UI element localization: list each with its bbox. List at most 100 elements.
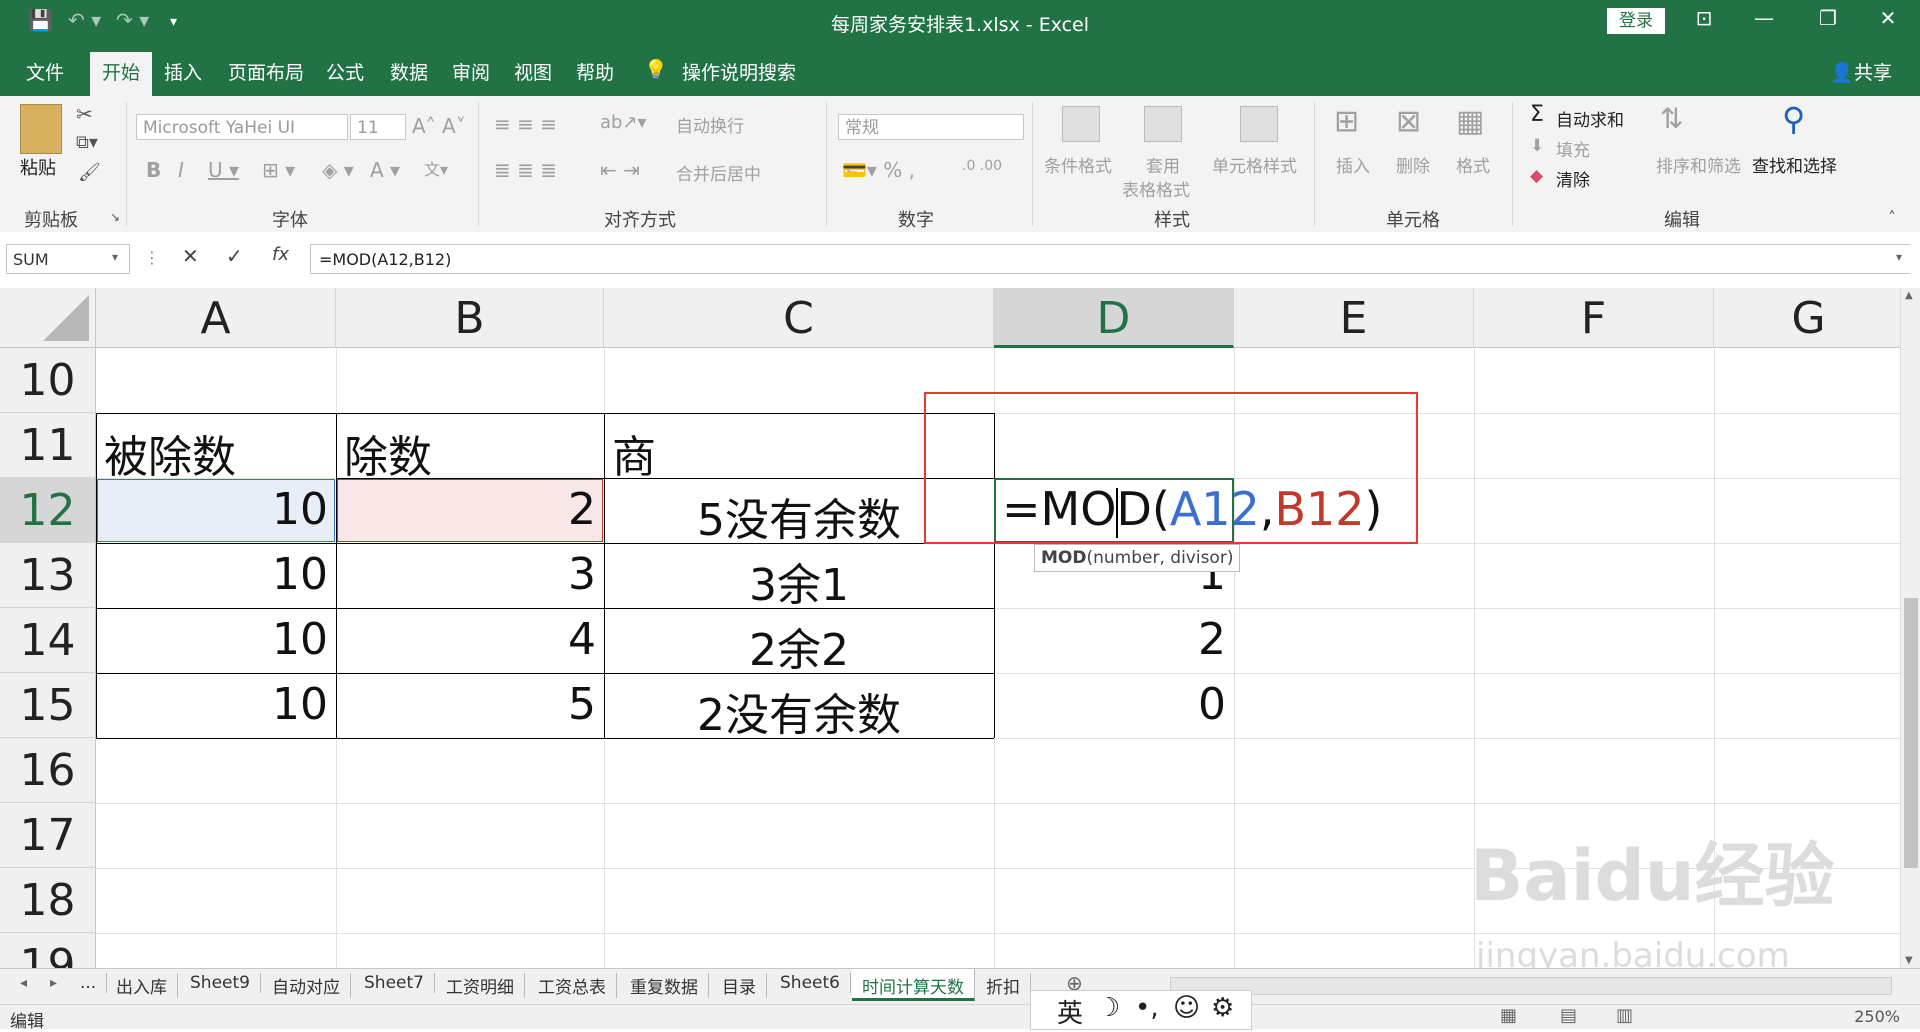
fill-button[interactable]: 填充 — [1556, 136, 1590, 161]
cut-icon[interactable]: ✂ — [76, 102, 93, 126]
merge-center-button[interactable]: 合并后居中 — [676, 160, 761, 185]
tab-salary-detail[interactable]: 工资明细 — [436, 973, 525, 998]
tab-chuku[interactable]: 出入库 — [106, 973, 178, 998]
insert-cells-icon[interactable]: ⊞ — [1334, 104, 1359, 139]
delete-cells-icon[interactable]: ⊠ — [1396, 104, 1421, 139]
font-size-box[interactable]: 11 — [350, 114, 406, 140]
page-break-view-icon[interactable]: ▥ — [1616, 1005, 1633, 1026]
moon-icon[interactable]: ☽ — [1097, 993, 1120, 1023]
sort-filter-button[interactable]: 排序和筛选 — [1656, 152, 1741, 177]
col-header-g[interactable]: G — [1714, 288, 1900, 348]
row-header-15[interactable]: 15 — [0, 673, 96, 738]
normal-view-icon[interactable]: ▦ — [1500, 1005, 1517, 1026]
insert-function-icon[interactable]: fx — [272, 244, 289, 265]
cell-c14[interactable]: 2余2 — [604, 614, 994, 678]
vertical-scrollbar[interactable]: ▲ ▼ — [1900, 288, 1920, 968]
menu-formulas[interactable]: 公式 — [326, 58, 364, 85]
tab-toc[interactable]: 目录 — [712, 973, 767, 998]
cell-b13[interactable]: 3 — [336, 549, 596, 600]
conditional-format-icon[interactable] — [1062, 106, 1100, 142]
cell-b11[interactable]: 除数 — [344, 421, 432, 485]
sort-filter-icon[interactable]: ⇅ — [1660, 102, 1683, 135]
cell-b15[interactable]: 5 — [336, 679, 596, 730]
row-header-18[interactable]: 18 — [0, 868, 96, 933]
format-cells-icon[interactable]: ▦ — [1456, 104, 1484, 139]
tab-prev-icon[interactable]: ◂ — [20, 975, 27, 991]
settings-icon[interactable]: ⚙ — [1211, 993, 1234, 1023]
tab-sheet9[interactable]: Sheet9 — [180, 973, 261, 993]
cell-c11[interactable]: 商 — [612, 421, 656, 485]
select-all-corner[interactable] — [0, 288, 96, 348]
cell-b12[interactable]: 2 — [336, 484, 596, 535]
format-as-table-2[interactable]: 表格格式 — [1122, 176, 1190, 201]
menu-page-layout[interactable]: 页面布局 — [228, 58, 304, 85]
cell-b14[interactable]: 4 — [336, 614, 596, 665]
col-header-a[interactable]: A — [96, 288, 336, 348]
horizontal-scrollbar[interactable] — [1170, 977, 1892, 995]
expand-formula-icon[interactable]: ▾ — [1896, 250, 1902, 264]
dialog-launcher-icon[interactable]: ↘ — [110, 210, 120, 224]
autosum-button[interactable]: 自动求和 — [1556, 106, 1624, 131]
font-color-icon[interactable]: A ▾ — [370, 158, 400, 182]
font-name-box[interactable]: Microsoft YaHei UI — [136, 114, 348, 140]
col-header-f[interactable]: F — [1474, 288, 1714, 348]
borders-icon[interactable]: ⊞ ▾ — [262, 158, 295, 182]
row-header-14[interactable]: 14 — [0, 608, 96, 673]
emoji-icon[interactable]: ☺ — [1173, 993, 1200, 1023]
menu-insert[interactable]: 插入 — [164, 58, 202, 85]
menu-file[interactable]: 文件 — [26, 58, 64, 85]
col-header-d[interactable]: D — [994, 288, 1234, 348]
enter-icon[interactable]: ✓ — [226, 244, 243, 268]
cell-c15[interactable]: 2没有余数 — [604, 679, 994, 743]
underline-icon[interactable]: U ▾ — [208, 158, 239, 182]
tell-me-search[interactable]: 操作说明搜索 — [682, 58, 796, 85]
col-header-e[interactable]: E — [1234, 288, 1474, 348]
cell-a14[interactable]: 10 — [96, 614, 328, 665]
formula-input[interactable]: =MOD(A12,B12) — [310, 244, 1910, 274]
tab-sheet7[interactable]: Sheet7 — [354, 973, 435, 993]
align-top-icon[interactable]: ≡ ≡ ≡ — [494, 112, 557, 136]
currency-icon[interactable]: 💳▾ % , — [842, 158, 915, 182]
insert-cells-button[interactable]: 插入 — [1336, 152, 1370, 177]
row-header-16[interactable]: 16 — [0, 738, 96, 803]
function-tooltip[interactable]: MOD(number, divisor) — [1034, 544, 1241, 572]
menu-view[interactable]: 视图 — [514, 58, 552, 85]
fill-color-icon[interactable]: ◈ ▾ — [322, 158, 354, 182]
format-as-table-icon[interactable] — [1144, 106, 1182, 142]
format-as-table-1[interactable]: 套用 — [1146, 152, 1180, 177]
zoom-level[interactable]: 250% — [1854, 1007, 1900, 1026]
tab-duplicates[interactable]: 重复数据 — [620, 973, 709, 998]
decimal-icon[interactable]: .0 .00 — [962, 158, 1002, 174]
phonetic-icon[interactable]: 文▾ — [424, 156, 448, 180]
tab-auto-match[interactable]: 自动对应 — [262, 973, 351, 998]
cell-a13[interactable]: 10 — [96, 549, 328, 600]
scroll-down-icon[interactable]: ▼ — [1905, 955, 1913, 966]
menu-home[interactable]: 开始 — [90, 52, 153, 97]
col-header-c[interactable]: C — [604, 288, 994, 348]
bold-icon[interactable]: B — [146, 158, 161, 182]
cell-c13[interactable]: 3余1 — [604, 549, 994, 613]
wrap-text-button[interactable]: 自动换行 — [676, 112, 744, 137]
ime-language[interactable]: 英 — [1057, 993, 1083, 1030]
cell-a15[interactable]: 10 — [96, 679, 328, 730]
orientation-icon[interactable]: ab↗▾ — [600, 112, 647, 133]
tab-next-icon[interactable]: ▸ — [50, 975, 57, 991]
col-header-b[interactable]: B — [336, 288, 604, 348]
punctuation-icon[interactable]: •, — [1135, 993, 1159, 1023]
tab-time-calc[interactable]: 时间计算天数 — [852, 969, 975, 1001]
cell-a12[interactable]: 10 — [96, 484, 328, 535]
tab-more[interactable]: ... — [70, 973, 108, 993]
page-layout-view-icon[interactable]: ▤ — [1560, 1005, 1577, 1026]
tab-salary-total[interactable]: 工资总表 — [528, 973, 617, 998]
row-header-10[interactable]: 10 — [0, 348, 96, 413]
find-select-button[interactable]: 查找和选择 — [1752, 152, 1837, 177]
italic-icon[interactable]: I — [178, 158, 184, 182]
cell-a11[interactable]: 被除数 — [104, 421, 236, 485]
tab-sheet6[interactable]: Sheet6 — [770, 973, 851, 993]
indent-icon[interactable]: ⇤ ⇥ — [600, 158, 640, 182]
grow-font-icon[interactable]: A˄ A˅ — [412, 114, 466, 138]
magnifier-icon[interactable]: ⚲ — [1782, 100, 1805, 138]
cell-d14[interactable]: 2 — [994, 614, 1226, 665]
cell-styles-icon[interactable] — [1240, 106, 1278, 142]
tooltip-function-name[interactable]: MOD — [1041, 548, 1086, 568]
